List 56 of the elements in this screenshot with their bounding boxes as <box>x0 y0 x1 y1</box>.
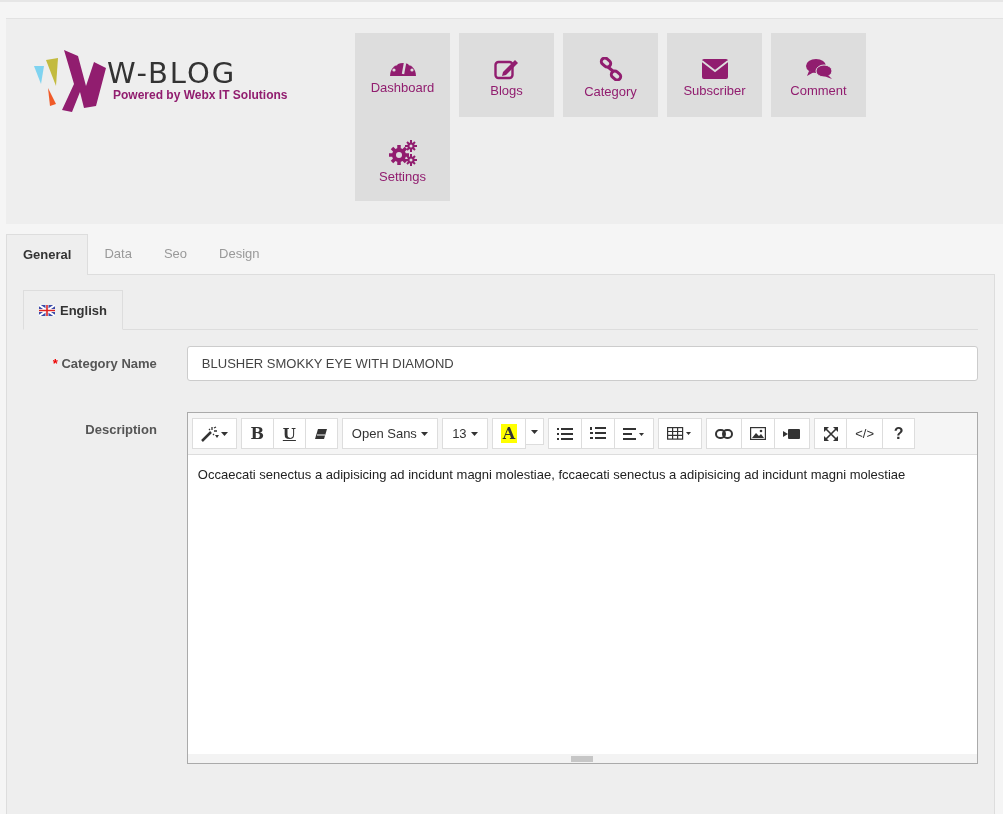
comment-icon <box>804 58 833 80</box>
bold-button[interactable]: B <box>240 418 274 449</box>
mail-icon <box>700 58 729 80</box>
logo-title: W-BLOG <box>107 58 238 88</box>
resize-handle-icon[interactable] <box>571 755 594 762</box>
edit-icon <box>493 58 520 80</box>
dashboard-icon <box>388 61 417 77</box>
table-icon <box>667 427 694 440</box>
font-size-dropdown[interactable]: 13 <box>441 418 488 449</box>
image-button[interactable] <box>741 418 776 449</box>
text-input[interactable]: BLUSHER SMOKKY EYE WITH DIAMOND <box>186 346 978 381</box>
logo-tagline: Powered by Webx IT Solutions <box>113 88 288 102</box>
align-button[interactable] <box>614 418 655 449</box>
text-color-button[interactable]: A <box>491 418 527 449</box>
table-button[interactable] <box>658 418 703 449</box>
editor-text: Occaecati senectus a adipisicing ad incidunt magni molestiae, fccaecati senectus a adipisicing ad incidunt magni molestiae <box>197 467 906 482</box>
caret-icon <box>420 431 428 436</box>
field-label: Description <box>85 422 157 437</box>
color-dropdown-button[interactable] <box>525 418 545 445</box>
tab[interactable]: General <box>6 234 89 275</box>
nav-tile[interactable]: Comment <box>771 33 866 117</box>
video-icon <box>783 427 802 440</box>
nav-tile[interactable]: Blogs <box>459 33 554 117</box>
caret-icon <box>470 431 478 436</box>
align-icon <box>623 427 646 440</box>
nav-tile[interactable]: Settings <box>355 117 450 201</box>
nav-tile[interactable]: Category <box>563 33 658 117</box>
flag-icon <box>39 304 55 316</box>
fullscreen-icon <box>823 426 838 441</box>
nav-tile[interactable]: Dashboard <box>355 33 450 117</box>
video-button[interactable] <box>774 418 811 449</box>
rich-text-editor[interactable]: B U Open Sans 13 A </> ? Occaecati senectus a adipisicing ad incidunt magni molestiae, fccaecati senectus a adipisicing ad incidunt magni molestiae <box>186 412 978 764</box>
style-button[interactable] <box>191 418 237 449</box>
language-tab[interactable]: English <box>23 290 123 330</box>
image-icon <box>750 427 767 440</box>
caret-icon <box>220 431 228 436</box>
link-icon <box>715 428 734 439</box>
settings-icon <box>388 140 417 166</box>
link-icon <box>598 57 623 81</box>
logo-mark-icon <box>34 48 109 112</box>
magic-wand-icon <box>200 425 219 442</box>
field-label: * Category Name <box>52 356 157 371</box>
fullscreen-button[interactable] <box>814 418 848 449</box>
numbered-list-icon <box>590 427 607 440</box>
font-family-dropdown[interactable]: Open Sans <box>341 418 438 449</box>
help-button[interactable]: ? <box>882 418 916 449</box>
caret-icon <box>531 429 539 434</box>
bullet-list-button[interactable] <box>548 418 583 449</box>
numbered-list-button[interactable] <box>581 418 616 449</box>
code-view-button[interactable]: </> <box>846 418 884 449</box>
nav-tile[interactable]: Subscriber <box>667 33 762 117</box>
bullet-list-icon <box>557 427 574 440</box>
eraser-icon <box>314 427 329 440</box>
link-button[interactable] <box>706 418 743 449</box>
clear-format-button[interactable] <box>304 418 338 449</box>
underline-button[interactable]: U <box>272 418 306 449</box>
